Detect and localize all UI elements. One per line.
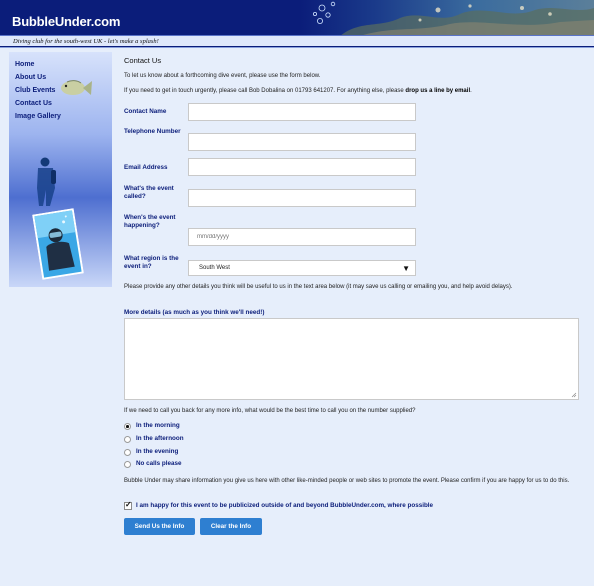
dropdown-arrow-icon: ▼ bbox=[402, 264, 410, 273]
diver-photo bbox=[32, 208, 84, 280]
details-hint-text: Please provide any other details you thi… bbox=[124, 284, 513, 290]
send-info-button[interactable]: Send Us the Info bbox=[124, 518, 195, 535]
checkmark-icon: ✓ bbox=[125, 500, 132, 509]
nav-item-club-events[interactable]: Club Events bbox=[15, 84, 61, 97]
radio-afternoon-label: In the afternoon bbox=[136, 435, 184, 442]
page-title: Contact Us bbox=[124, 56, 162, 65]
radio-afternoon[interactable] bbox=[124, 436, 131, 443]
nav-item-about-us[interactable]: About Us bbox=[15, 71, 61, 84]
more-details-label: More details (as much as you think we'll… bbox=[124, 309, 265, 316]
share-notice-text: Bubble Under may share information you g… bbox=[124, 478, 570, 484]
event-date-label: When's the event happening? bbox=[124, 214, 176, 229]
callback-option-evening[interactable]: In the evening bbox=[124, 448, 244, 460]
event-name-input[interactable] bbox=[188, 189, 416, 207]
nav-item-image-gallery[interactable]: Image Gallery bbox=[15, 110, 61, 123]
callback-option-afternoon[interactable]: In the afternoon bbox=[124, 435, 244, 447]
region-label: What region is the event in? bbox=[124, 255, 179, 270]
contact-name-input[interactable] bbox=[188, 103, 416, 121]
callback-option-no-calls[interactable]: No calls please bbox=[124, 460, 244, 472]
radio-morning[interactable] bbox=[124, 423, 131, 430]
radio-evening[interactable] bbox=[124, 449, 131, 456]
email-link[interactable]: drop us a line by email bbox=[405, 88, 470, 94]
callback-option-morning[interactable]: In the morning bbox=[124, 422, 244, 434]
telephone-input[interactable] bbox=[188, 133, 416, 151]
radio-no-calls-label: No calls please bbox=[136, 460, 182, 467]
email-address-label: Email Address bbox=[124, 164, 168, 171]
sidebar: Home About Us Club Events Contact Us Ima… bbox=[9, 52, 112, 287]
region-selected-value: South West bbox=[199, 265, 230, 271]
intro-text: To let us know about a forthcoming dive … bbox=[124, 73, 321, 79]
header-divider bbox=[0, 47, 594, 48]
fish-image bbox=[61, 80, 92, 95]
site-header: BubbleUnder.com bbox=[0, 0, 594, 36]
contact-name-label: Contact Name bbox=[124, 108, 167, 115]
publicize-checkbox[interactable]: ✓ bbox=[124, 500, 132, 510]
diver-silhouette-image bbox=[37, 157, 56, 206]
radio-evening-label: In the evening bbox=[136, 448, 179, 455]
header-reef-photo bbox=[300, 0, 594, 35]
main-navigation: Home About Us Club Events Contact Us Ima… bbox=[15, 58, 61, 123]
more-details-textarea[interactable] bbox=[124, 318, 579, 400]
resize-handle-icon[interactable] bbox=[571, 392, 577, 398]
nav-item-home[interactable]: Home bbox=[15, 58, 61, 71]
telephone-label: Telephone Number bbox=[124, 128, 181, 135]
callback-question-text: If we need to call you back for any more… bbox=[124, 408, 416, 414]
email-address-input[interactable] bbox=[188, 158, 416, 176]
event-date-input[interactable] bbox=[188, 228, 416, 246]
radio-morning-label: In the morning bbox=[136, 422, 180, 429]
radio-no-calls[interactable] bbox=[124, 461, 131, 468]
nav-item-contact-us[interactable]: Contact Us bbox=[15, 97, 61, 110]
region-select[interactable]: South West ▼ bbox=[188, 260, 416, 276]
clear-info-button[interactable]: Clear the Info bbox=[200, 518, 262, 535]
urgent-contact-end: . bbox=[470, 88, 472, 94]
urgent-contact-text: If you need to get in touch urgently, pl… bbox=[124, 87, 584, 96]
urgent-contact-prefix: If you need to get in touch urgently, pl… bbox=[124, 88, 406, 94]
site-tagline: Diving club for the south-west UK - let'… bbox=[13, 38, 159, 45]
publicize-label: I am happy for this event to be publiciz… bbox=[136, 502, 434, 509]
event-name-label: What's the event called? bbox=[124, 185, 174, 200]
tagline-bar: Diving club for the south-west UK - let'… bbox=[0, 36, 594, 47]
site-logo[interactable]: BubbleUnder.com bbox=[12, 14, 120, 29]
